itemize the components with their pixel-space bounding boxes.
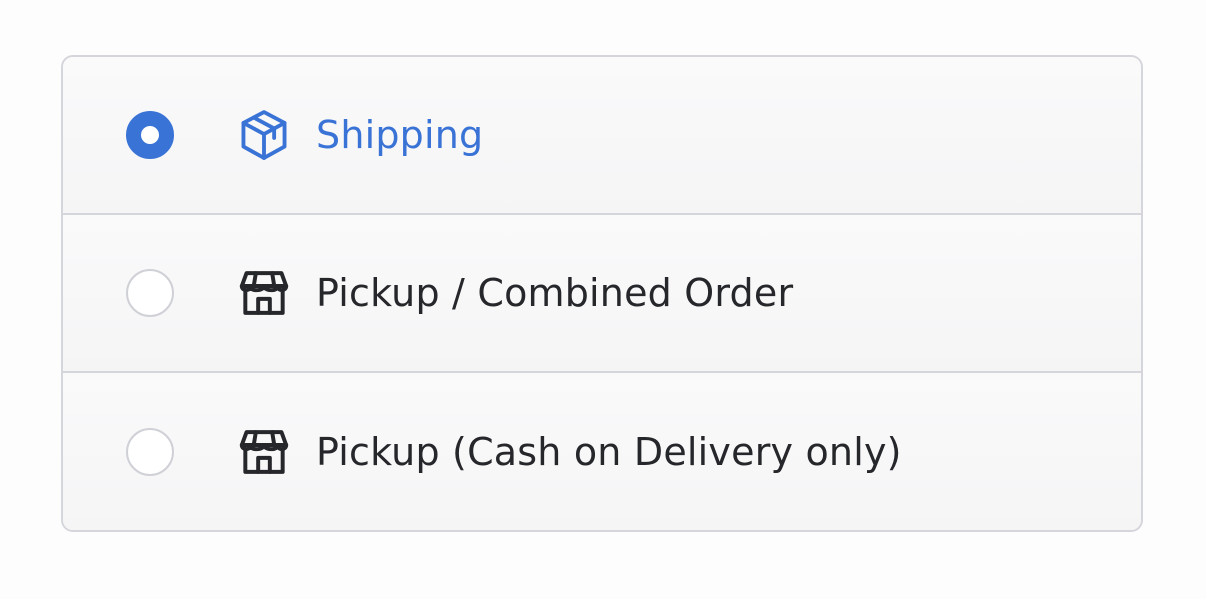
package-box-icon <box>235 106 293 164</box>
radio-button-shipping[interactable] <box>126 111 174 159</box>
delivery-option-pickup-cod[interactable]: Pickup (Cash on Delivery only) <box>63 373 1141 530</box>
delivery-option-label: Shipping <box>316 113 484 157</box>
delivery-method-selector: Shipping Pickup / Combined Order Pickup … <box>61 55 1143 532</box>
radio-button-pickup-combined[interactable] <box>126 269 174 317</box>
storefront-icon <box>235 264 293 322</box>
delivery-option-label: Pickup (Cash on Delivery only) <box>316 429 902 474</box>
radio-button-pickup-cod[interactable] <box>126 427 174 476</box>
delivery-option-label: Pickup / Combined Order <box>316 271 794 315</box>
delivery-option-shipping[interactable]: Shipping <box>63 57 1141 215</box>
storefront-icon <box>235 423 293 481</box>
delivery-option-pickup-combined[interactable]: Pickup / Combined Order <box>63 215 1141 373</box>
